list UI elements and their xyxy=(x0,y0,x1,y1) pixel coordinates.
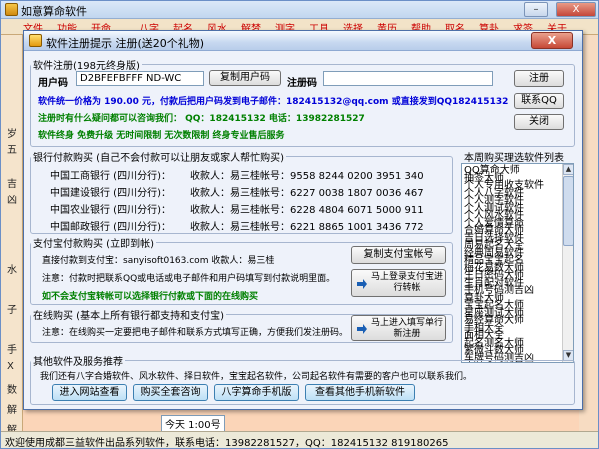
side-label: 凶 xyxy=(7,195,17,206)
bank-account: 帐号：9558 8244 0200 3951 340 xyxy=(260,171,424,182)
alipay-login-label: 马上登录支付宝进行转帐 xyxy=(370,272,443,293)
other-legend: 其他软件及服务推荐 xyxy=(33,357,123,368)
service-notice: 软件终身 免费升级 无时间限制 无次数限制 终身专业售后服务 xyxy=(38,131,285,141)
user-code-field[interactable]: D2BFEFBFFF ND-WC xyxy=(76,71,204,86)
arrow-right-icon xyxy=(357,279,367,289)
contact-notice: 注册时有什么疑问都可以咨询我们： QQ：182415132 电话：1398228… xyxy=(38,114,365,124)
minimize-button[interactable]: – xyxy=(524,2,548,17)
side-label: 岁 xyxy=(7,129,17,140)
side-label: 吉 xyxy=(7,179,17,190)
side-label: 数 xyxy=(7,385,17,396)
main-titlebar: 如意算命软件 – X xyxy=(1,1,598,19)
online-buy-button[interactable]: 马上进入填写单行新注册 xyxy=(351,315,446,341)
mobile-version-button[interactable]: 八字算命手机版 xyxy=(214,384,299,401)
alipay-legend: 支付宝付款购买 (立即到帐) xyxy=(33,239,154,250)
bank-name: 中国农业银行 (四川分行)： xyxy=(50,205,171,216)
close-button[interactable]: 关闭 xyxy=(514,114,564,130)
scroll-up-icon[interactable]: ▲ xyxy=(563,164,573,175)
bank-payee: 收款人：易三桂 xyxy=(190,222,260,233)
online-buy-label: 马上进入填写单行新注册 xyxy=(370,318,443,339)
bank-account: 帐号：6228 4804 6071 5000 911 xyxy=(260,205,424,216)
contact-qq-button[interactable]: 联系QQ xyxy=(514,93,564,109)
bank-name: 中国建设银行 (四川分行)： xyxy=(50,188,171,199)
status-bar: 欢迎使用成都三益软件出品系列软件，联系电话：13982281527，QQ：182… xyxy=(1,431,598,449)
user-code-label: 用户码 xyxy=(38,78,68,89)
side-label: 手 xyxy=(7,345,17,356)
copy-alipay-button[interactable]: 复制支付宝帐号 xyxy=(351,246,446,264)
dialog-titlebar: 软件注册提示 注册(送20个礼物) X xyxy=(24,31,582,51)
other-note-line: 我们还有八字合婚软件、风水软件、择日软件，宝宝起名软件，公司起名软件有需要的客户… xyxy=(40,372,473,382)
bank-account: 帐号：6221 8865 1001 3436 772 xyxy=(260,222,424,233)
alipay-login-button[interactable]: 马上登录支付宝进行转帐 xyxy=(351,269,446,297)
reg-code-field[interactable] xyxy=(323,71,493,86)
alipay-account-line: 直接付款到支付宝：sanyisoft0163.com 收款人：易三桂 xyxy=(42,256,275,266)
side-label: X xyxy=(7,361,14,372)
online-legend: 在线购买 (基本上所有银行都支持和支付宝) xyxy=(33,311,224,322)
buy-full-set-button[interactable]: 购买全套咨询 xyxy=(133,384,208,401)
copy-user-code-button[interactable]: 复制用户码 xyxy=(209,70,281,86)
status-text: 欢迎使用成都三益软件出品系列软件，联系电话：13982281527，QQ：182… xyxy=(5,438,449,449)
reg-code-label: 注册码 xyxy=(287,78,317,89)
left-side-panel: 岁 五 吉 凶 水 子 手 X 数 解 解 xyxy=(1,35,23,436)
bank-name: 中国邮政银行 (四川分行)： xyxy=(50,222,171,233)
main-window-title: 如意算命软件 xyxy=(21,5,87,18)
dialog-app-icon xyxy=(29,34,42,47)
bank-account: 帐号：6227 0038 1807 0036 467 xyxy=(260,188,424,199)
scroll-thumb[interactable] xyxy=(563,176,573,246)
bottom-select[interactable]: 今天 1:00号 xyxy=(161,415,225,432)
side-label: 解 xyxy=(7,405,17,416)
bank-payee: 收款人：易三桂 xyxy=(190,171,260,182)
side-label: 五 xyxy=(7,145,17,156)
app-icon xyxy=(5,3,18,16)
alipay-alt-line: 如不会支付宝转帐可以选择银行付款或下面的在线购买 xyxy=(42,292,259,302)
dialog-title: 软件注册提示 注册(送20个礼物) xyxy=(46,37,205,50)
register-dialog: 软件注册提示 注册(送20个礼物) X 软件注册(198元终身版) 用户码 D2… xyxy=(23,30,583,410)
side-label[interactable]: 子 xyxy=(7,301,17,316)
register-button[interactable]: 注册 xyxy=(514,70,564,87)
online-note-line: 注意：在线购买一定要把电子邮件和联系方式填写正确，方便我们发注册码。 xyxy=(42,328,349,338)
side-label[interactable]: 水 xyxy=(7,261,17,276)
list-scrollbar[interactable]: ▲ ▼ xyxy=(562,164,573,362)
arrow-right-icon xyxy=(357,324,367,334)
bank-payee: 收款人：易三桂 xyxy=(190,205,260,216)
bank-legend: 银行付款购买 (自己不会付款可以让朋友或家人帮忙购买) xyxy=(33,153,284,164)
alipay-note-line: 注意：付款时把联系QQ或电话或电子邮件和用户码填写到付款说明里面。 xyxy=(42,274,336,284)
close-button[interactable]: X xyxy=(556,2,596,17)
software-list[interactable]: QQ算命大师 抽签大师 个人专用收支软件 个人八字软件 个人测字软件 个人测试软件 个人风水… xyxy=(461,163,574,363)
other-mobile-software-button[interactable]: 查看其他手机新软件 xyxy=(305,384,415,401)
software-list-title: 本周购买理选软件列表 xyxy=(464,153,564,164)
bank-name: 中国工商银行 (四川分行)： xyxy=(50,171,171,182)
dialog-close-button[interactable]: X xyxy=(531,32,573,49)
register-legend: 软件注册(198元终身版) xyxy=(33,61,140,72)
price-notice: 软件统一价格为 190.00 元，付款后把用户码发到电子邮件：182415132… xyxy=(38,97,509,107)
visit-website-button[interactable]: 进入网站查看 xyxy=(52,384,127,401)
bank-payee: 收款人：易三桂 xyxy=(190,188,260,199)
